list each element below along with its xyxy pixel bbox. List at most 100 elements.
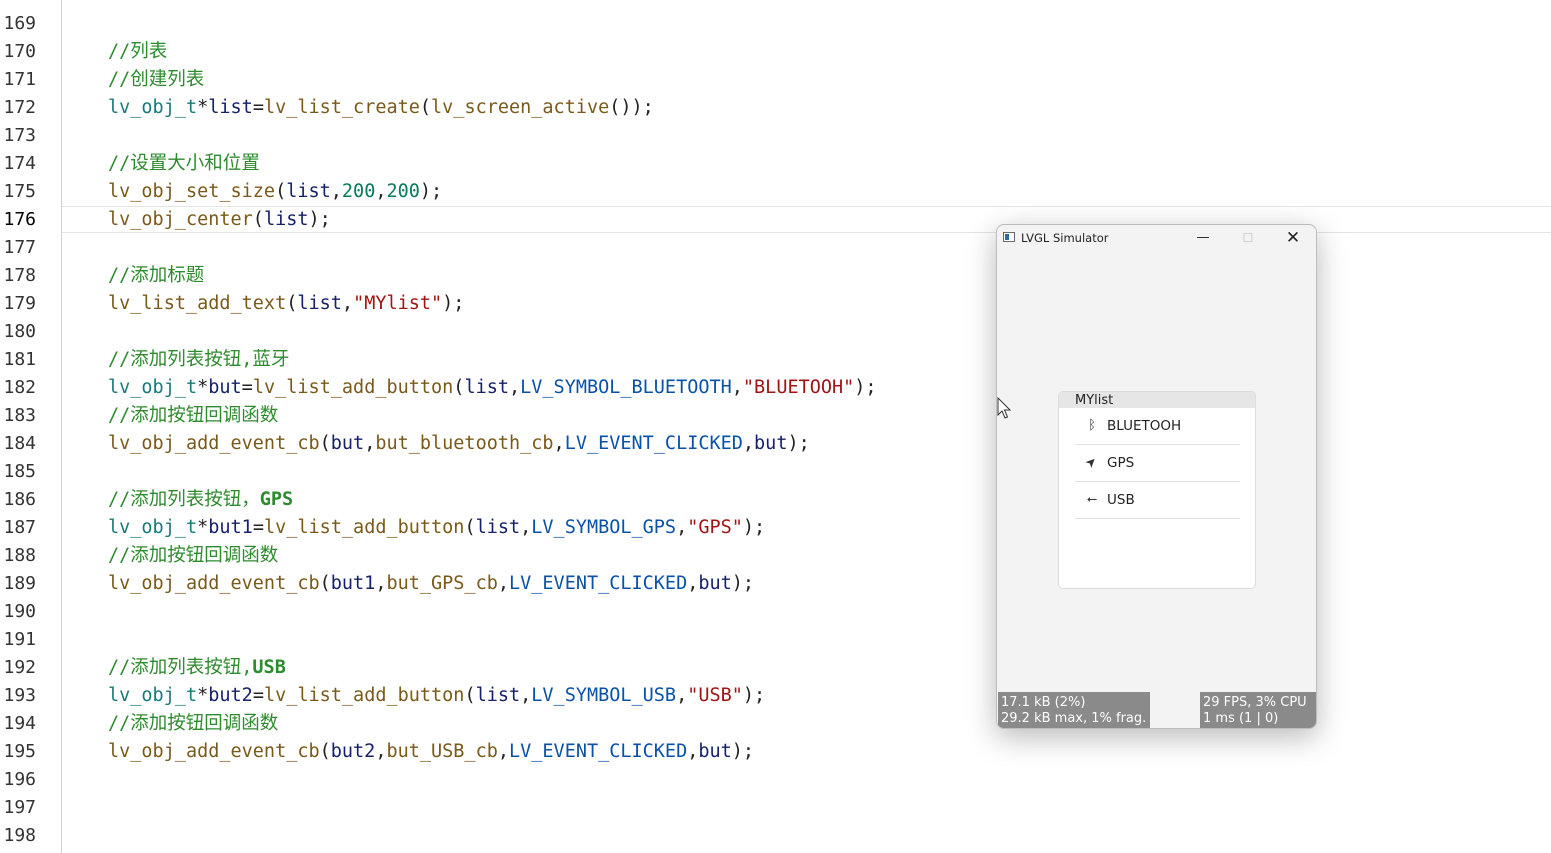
list-item-gps[interactable]: ➤ GPS [1075,445,1240,482]
code-token: * [197,685,209,706]
code-token: lv_obj_t [108,97,198,118]
code-token: ( [319,433,331,454]
line-number: 194 [3,713,36,734]
code-token: * [197,97,209,118]
code-token: , [731,377,743,398]
code-text[interactable]: //添加标题 [108,262,204,290]
code-token: list [208,97,253,118]
code-token: * [197,517,209,538]
code-token: , [497,573,509,594]
code-token: lv_obj_center [108,209,253,230]
code-token: ( [286,293,298,314]
code-token: ( [464,685,476,706]
code-text[interactable]: lv_obj_t*list=lv_list_create(lv_screen_a… [108,94,654,122]
code-text[interactable]: lv_obj_add_event_cb(but,but_bluetooth_cb… [108,430,810,458]
code-token: lv_screen_active [431,97,610,118]
code-editor[interactable]: 169 170//列表 171//创建列表 172 lv_obj_t*list=lv_l… [0,0,1551,853]
code-token: 200 [341,181,376,202]
code-token: "MYlist" [353,293,443,314]
code-token: lv_list_create [263,97,420,118]
code-token: ); [419,181,443,202]
code-token: lv_obj_add_event_cb [108,433,320,454]
code-text[interactable]: lv_obj_center(list); [108,206,331,234]
code-token: ( [453,377,465,398]
code-token: , [676,517,688,538]
code-text[interactable]: lv_obj_t*but=lv_list_add_button(list,LV_… [108,374,877,402]
line-number: 187 [3,517,36,538]
code-token: , [742,433,755,454]
lvgl-list[interactable]: MYlist ᛒ BLUETOOH ➤ GPS ⭠ USB [1058,391,1256,589]
code-token: lv_obj_t [108,517,198,538]
code-token: lv_obj_set_size [108,181,276,202]
code-token: , [364,433,376,454]
code-text[interactable]: //添加列表按钮，GPS [108,486,293,514]
code-text[interactable]: //列表 [108,38,167,66]
code-token: ( [419,97,432,118]
list-item-usb[interactable]: ⭠ USB [1075,482,1240,519]
code-token: list [297,293,342,314]
code-token: //设置大小和位置 [108,153,260,174]
code-text[interactable]: lv_obj_t*but1=lv_list_add_button(list,LV… [108,514,765,542]
minimize-button[interactable]: — [1183,225,1223,251]
line-number: 181 [3,349,36,370]
code-token: , [520,517,532,538]
line-number: 172 [3,97,36,118]
line-number: 176 [3,209,36,230]
mouse-pointer-icon [997,397,1012,419]
code-token: lv_obj_add_event_cb [108,741,320,762]
code-token: , [676,685,688,706]
code-token: ( [319,573,331,594]
code-token: lv_list_add_button [252,377,454,398]
code-text[interactable]: //创建列表 [108,66,204,94]
close-button[interactable]: ✕ [1273,225,1313,251]
code-token: //添加按钮回调函数 [108,713,279,734]
code-token: list [475,517,521,538]
code-token: , [375,573,387,594]
code-token: but_GPS_cb [386,573,498,594]
maximize-button[interactable]: ☐ [1228,225,1268,251]
code-token: lv_obj_t [108,685,198,706]
code-token: = [252,685,264,706]
code-text[interactable]: //添加列表按钮,USB [108,654,286,682]
line-number: 175 [3,181,36,202]
code-text[interactable]: //添加按钮回调函数 [108,710,278,738]
navigation-arrow-icon: ➤ [1082,453,1101,472]
code-token: ); [854,377,877,398]
lvgl-simulator-window[interactable]: LVGL Simulator — ☐ ✕ MYlist ᛒ BLUETOOH ➤… [996,224,1317,729]
window-titlebar[interactable]: LVGL Simulator — ☐ ✕ [997,225,1316,251]
render-time-text: 1 ms (1 | 0) [1203,711,1279,726]
code-text[interactable]: lv_obj_set_size(list,200,200); [108,178,442,206]
code-token: GPS [259,489,294,510]
code-token: ); [742,517,766,538]
line-number: 180 [3,321,36,342]
line-number: 197 [3,797,36,818]
line-number: 184 [3,433,36,454]
code-text[interactable]: lv_obj_t*but2=lv_list_add_button(list,LV… [108,682,765,710]
code-token: LV_EVENT_CLICKED [509,741,688,762]
usb-icon: ⭠ [1086,492,1098,507]
code-token: lv_obj_t [108,377,198,398]
code-text[interactable]: lv_obj_add_event_cb(but1,but_GPS_cb,LV_E… [108,570,754,598]
code-token: ); [742,685,766,706]
code-text[interactable]: //添加列表按钮,蓝牙 [108,346,289,374]
code-text[interactable]: //添加按钮回调函数 [108,402,278,430]
code-token: LV_SYMBOL_USB [531,685,677,706]
code-token: , [520,685,532,706]
code-token: //创建列表 [108,69,205,90]
line-number: 189 [3,573,36,594]
line-number: 179 [3,293,36,314]
code-token: ( [319,741,331,762]
code-text[interactable]: //设置大小和位置 [108,150,260,178]
line-number: 192 [3,657,36,678]
code-token: //添加标题 [108,265,205,286]
code-text[interactable]: lv_obj_add_event_cb(but2,but_USB_cb,LV_E… [108,738,754,766]
code-token: but1 [330,573,376,594]
code-text[interactable]: lv_list_add_text(list,"MYlist"); [108,290,464,318]
list-item-bluetooth[interactable]: ᛒ BLUETOOH [1075,408,1240,445]
line-number: 185 [3,461,36,482]
code-token: //添加按钮回调函数 [108,545,279,566]
line-number: 182 [3,377,36,398]
code-token: 200 [386,181,420,202]
code-token: , [497,741,509,762]
code-text[interactable]: //添加按钮回调函数 [108,542,278,570]
